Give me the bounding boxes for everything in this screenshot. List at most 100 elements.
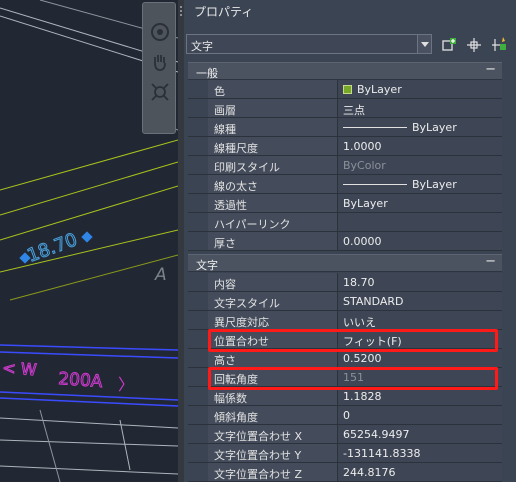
property-row[interactable]: 文字位置合わせ X 65254.9497 — [188, 425, 502, 444]
property-value-text: ByLayer — [343, 197, 388, 210]
chevron-down-icon[interactable] — [417, 35, 431, 53]
property-value-text: ByLayer — [412, 178, 457, 191]
property-name: 内容 — [208, 273, 338, 291]
section-text-header[interactable]: 文字 − — [188, 254, 502, 272]
row-gutter — [188, 273, 208, 291]
section-general-label: 一般 — [196, 67, 218, 80]
select-objects-icon[interactable] — [465, 36, 483, 54]
property-name: 透過性 — [208, 194, 338, 212]
property-value-text: -131141.8338 — [343, 447, 421, 460]
drawing-label-w: < W — [2, 358, 38, 379]
property-value[interactable]: 0 — [338, 406, 502, 424]
property-row[interactable]: 線種 ByLayer — [188, 118, 502, 137]
row-gutter — [188, 80, 208, 98]
zoom-extents-icon[interactable] — [149, 81, 171, 103]
property-value[interactable]: 65254.9497 — [338, 425, 502, 443]
property-value-text: STANDARD — [343, 295, 404, 308]
property-value-text: 65254.9497 — [343, 428, 410, 441]
row-gutter — [188, 349, 208, 367]
row-gutter — [188, 194, 208, 212]
property-row[interactable]: ハイパーリンク — [188, 213, 502, 232]
property-value-text: いいえ — [343, 316, 376, 329]
drawing-label-200a: 200A — [58, 369, 104, 392]
quick-select-icon[interactable] — [490, 36, 508, 54]
property-row[interactable]: 異尺度対応 いいえ — [188, 311, 502, 330]
property-name: 異尺度対応 — [208, 311, 338, 329]
row-gutter — [188, 99, 208, 117]
steering-wheel-icon[interactable] — [149, 21, 171, 43]
property-row[interactable]: 文字スタイル STANDARD — [188, 292, 502, 311]
row-gutter — [188, 156, 208, 174]
collapse-icon[interactable]: − — [485, 254, 496, 269]
drawing-label-arrow: 〉 — [118, 375, 134, 394]
property-row[interactable]: 厚さ 0.0000 — [188, 232, 502, 251]
property-row[interactable]: 色 ByLayer — [188, 80, 502, 99]
section-text-label: 文字 — [196, 259, 218, 272]
highlight-justify — [208, 329, 498, 352]
property-value[interactable]: ByLayer — [338, 118, 502, 136]
property-value-text: 18.70 — [343, 276, 375, 289]
linetype-preview-icon — [343, 127, 407, 128]
property-row[interactable]: 印刷スタイル ByColor — [188, 156, 502, 175]
property-value-text: 1.1828 — [343, 390, 382, 403]
row-gutter — [188, 444, 208, 462]
property-value[interactable]: 244.8176 — [338, 463, 502, 481]
property-value[interactable]: ByColor — [338, 156, 502, 174]
property-name: 文字位置合わせ Z — [208, 463, 338, 481]
property-row[interactable]: 透過性 ByLayer — [188, 194, 502, 213]
row-gutter — [188, 232, 208, 250]
property-value[interactable]: 三点 — [338, 99, 502, 117]
navigation-bar — [142, 2, 176, 134]
property-row[interactable]: 傾斜角度 0 — [188, 406, 502, 425]
property-value[interactable]: 0.0000 — [338, 232, 502, 250]
highlight-rotation — [208, 367, 498, 390]
property-name: 印刷スタイル — [208, 156, 338, 174]
property-row[interactable]: 画層 三点 — [188, 99, 502, 118]
selection-grip[interactable] — [81, 231, 93, 243]
linetype-preview-icon — [343, 184, 407, 185]
property-value[interactable]: ByLayer — [338, 80, 502, 98]
property-value[interactable]: ByLayer — [338, 175, 502, 193]
toggle-pickadd-icon[interactable] — [440, 36, 458, 54]
row-gutter — [188, 213, 208, 231]
row-gutter — [188, 425, 208, 443]
property-value-text: ByLayer — [412, 121, 457, 134]
row-gutter — [188, 406, 208, 424]
property-value-text: 0.5200 — [343, 352, 382, 365]
property-value[interactable]: 18.70 — [338, 273, 502, 291]
collapse-icon[interactable]: − — [485, 62, 496, 77]
property-row[interactable]: 線種尺度 1.0000 — [188, 137, 502, 156]
palette-grip[interactable] — [178, 0, 184, 482]
object-type-dropdown[interactable]: 文字 — [186, 34, 432, 54]
row-gutter — [188, 311, 208, 329]
property-value[interactable] — [338, 213, 502, 231]
section-general-header[interactable]: 一般 − — [188, 62, 502, 80]
property-value[interactable]: いいえ — [338, 311, 502, 329]
property-row[interactable]: 内容 18.70 — [188, 273, 502, 292]
property-value[interactable]: -131141.8338 — [338, 444, 502, 462]
property-value-text: 1.0000 — [343, 140, 382, 153]
property-value[interactable]: STANDARD — [338, 292, 502, 310]
dimension-text[interactable]: 18.70 — [24, 229, 81, 267]
drawing-label-a: A — [154, 265, 167, 285]
property-name: ハイパーリンク — [208, 213, 338, 231]
color-swatch-icon — [343, 85, 352, 94]
properties-palette: プロパティ 文字 一般 − 色 ByLayer 画層 三点 線種 ByLayer 線種尺度 1… — [178, 0, 516, 482]
row-gutter — [188, 175, 208, 193]
property-name: 線種尺度 — [208, 137, 338, 155]
row-gutter — [188, 387, 208, 405]
property-name: 文字スタイル — [208, 292, 338, 310]
pan-hand-icon[interactable] — [149, 51, 171, 73]
property-name: 線種 — [208, 118, 338, 136]
property-row[interactable]: 線の太さ ByLayer — [188, 175, 502, 194]
property-value[interactable]: 1.0000 — [338, 137, 502, 155]
property-value-text: 0.0000 — [343, 235, 382, 248]
property-row[interactable]: 文字位置合わせ Z 244.8176 — [188, 463, 502, 482]
drawing-viewport[interactable]: 18.70 A < W 200A 〉 — [0, 0, 178, 482]
row-gutter — [188, 330, 208, 348]
row-gutter — [188, 137, 208, 155]
property-value-text: 三点 — [343, 104, 365, 117]
property-row[interactable]: 文字位置合わせ Y -131141.8338 — [188, 444, 502, 463]
property-value[interactable]: ByLayer — [338, 194, 502, 212]
row-gutter — [188, 463, 208, 481]
